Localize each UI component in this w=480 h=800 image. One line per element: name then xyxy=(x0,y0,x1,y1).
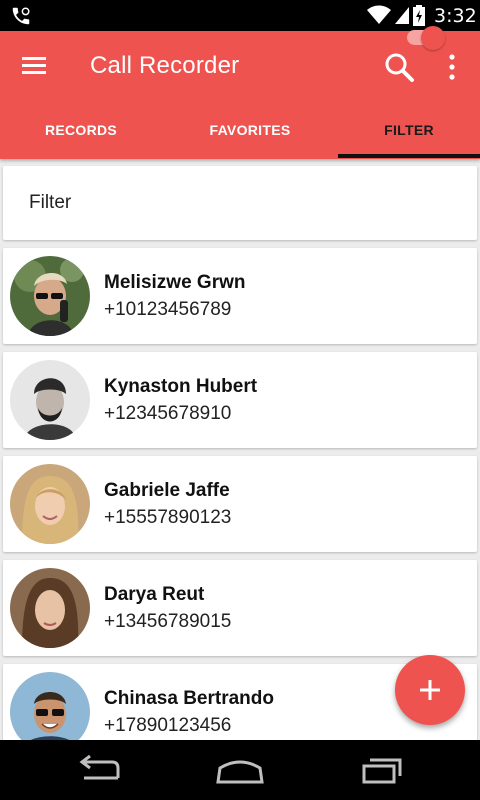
tab-favorites[interactable]: FAVORITES xyxy=(170,102,330,159)
contact-card[interactable]: Darya Reut +13456789015 xyxy=(3,560,477,656)
avatar xyxy=(10,464,90,544)
contact-name: Chinasa Bertrando xyxy=(104,688,274,709)
contact-name: Melisizwe Grwn xyxy=(104,272,246,293)
contact-card[interactable]: Gabriele Jaffe +15557890123 xyxy=(3,456,477,552)
tab-records[interactable]: RECORDS xyxy=(0,102,162,159)
add-fab-button[interactable] xyxy=(395,655,465,725)
battery-icon xyxy=(413,5,425,26)
tab-indicator xyxy=(338,154,480,158)
status-time: 3:32 xyxy=(434,5,477,27)
menu-icon[interactable] xyxy=(22,55,48,77)
avatar xyxy=(10,360,90,440)
contact-number: +15557890123 xyxy=(104,507,232,528)
contact-card[interactable]: Kynaston Hubert +12345678910 xyxy=(3,352,477,448)
status-bar: 3:32 xyxy=(0,0,480,31)
filter-card: Filter xyxy=(3,166,477,240)
tab-filter[interactable]: FILTER xyxy=(338,102,480,159)
contact-name: Kynaston Hubert xyxy=(104,376,258,397)
contact-number: +12345678910 xyxy=(104,403,232,424)
system-nav-bar xyxy=(0,740,480,800)
home-icon[interactable] xyxy=(210,754,270,786)
recents-icon[interactable] xyxy=(352,754,412,786)
contact-number: +13456789015 xyxy=(104,611,232,632)
contact-name: Darya Reut xyxy=(104,584,205,605)
call-icon xyxy=(12,7,30,25)
contact-number: +17890123456 xyxy=(104,715,232,736)
search-icon[interactable] xyxy=(383,51,415,83)
tab-bar: RECORDS FAVORITES FILTER xyxy=(0,102,480,159)
more-vert-icon[interactable] xyxy=(444,53,460,81)
filter-label: Filter xyxy=(29,192,72,213)
contact-name: Gabriele Jaffe xyxy=(104,480,230,501)
wifi-icon xyxy=(367,5,391,24)
plus-icon xyxy=(420,680,440,700)
back-icon[interactable] xyxy=(70,754,130,786)
avatar xyxy=(10,568,90,648)
filter-toggle-switch[interactable] xyxy=(421,26,445,50)
contact-card[interactable]: Melisizwe Grwn +10123456789 xyxy=(3,248,477,344)
signal-icon xyxy=(395,7,409,24)
app-title: Call Recorder xyxy=(90,52,240,79)
avatar xyxy=(10,256,90,336)
contact-number: +10123456789 xyxy=(104,299,232,320)
